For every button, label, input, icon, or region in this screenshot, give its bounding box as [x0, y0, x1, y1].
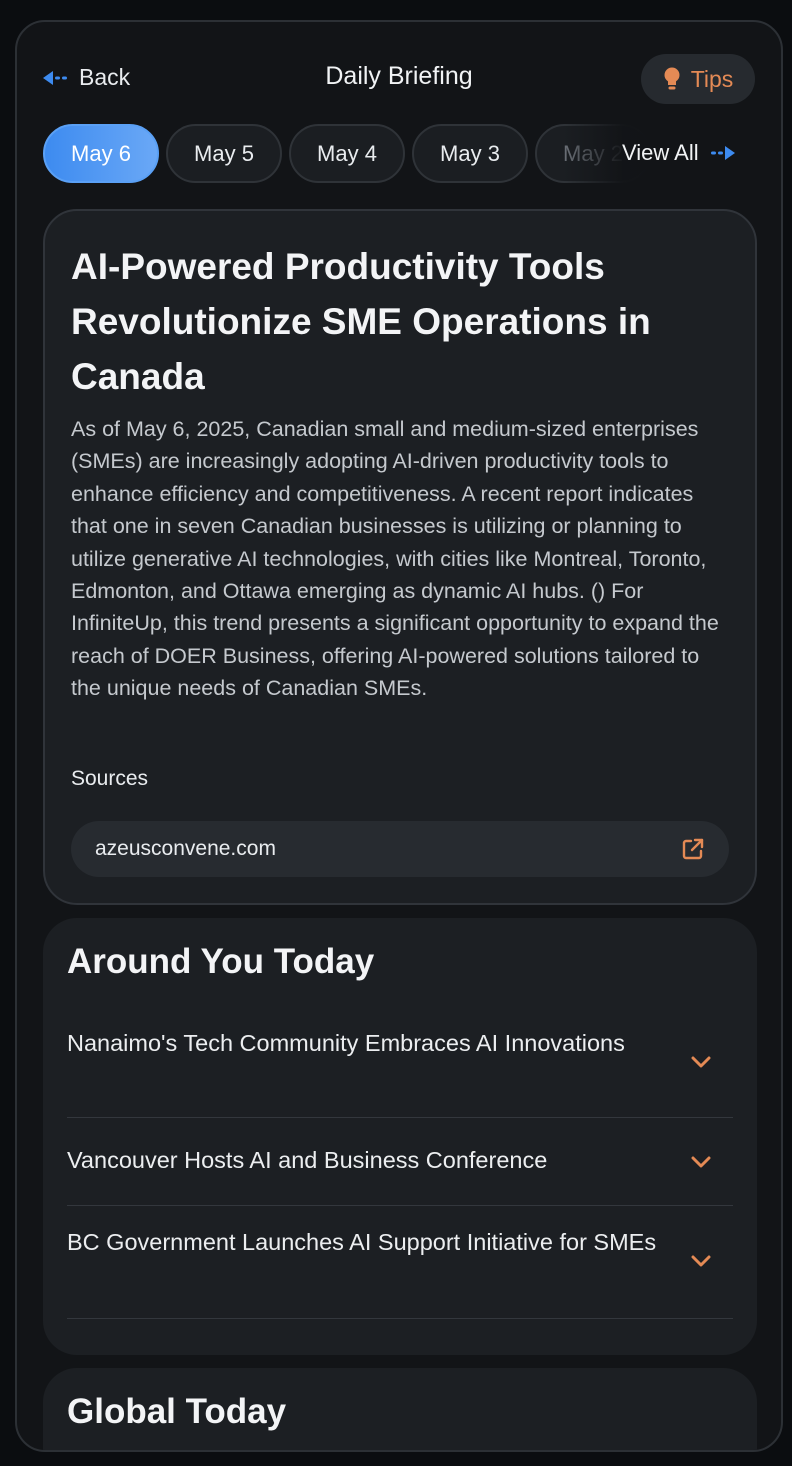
view-all-button[interactable]: View All	[622, 140, 735, 166]
date-selector: May 6 May 5 May 4 May 3 May 2 View All	[43, 124, 763, 184]
date-chip-may-6[interactable]: May 6	[43, 124, 159, 183]
around-item-label: Nanaimo's Tech Community Embraces AI Inn…	[67, 1030, 625, 1056]
external-link-icon	[682, 838, 704, 860]
tips-button[interactable]: Tips	[641, 54, 755, 104]
date-chip-may-4[interactable]: May 4	[289, 124, 405, 183]
around-item[interactable]: Nanaimo's Tech Community Embraces AI Inn…	[67, 1019, 733, 1118]
header: Back Daily Briefing Tips	[17, 22, 781, 122]
date-chip-may-3[interactable]: May 3	[412, 124, 528, 183]
around-item[interactable]: Vancouver Hosts AI and Business Conferen…	[67, 1118, 733, 1206]
around-you-title: Around You Today	[67, 942, 375, 981]
featured-story-title: AI-Powered Productivity Tools Revolution…	[71, 246, 651, 397]
tips-label: Tips	[690, 65, 734, 92]
arrow-right-icon	[710, 146, 735, 160]
around-item-label: Vancouver Hosts AI and Business Conferen…	[67, 1147, 548, 1173]
lightbulb-icon	[664, 67, 680, 90]
featured-story-body: As of May 6, 2025, Canadian small and me…	[71, 417, 719, 701]
chevron-down-icon	[691, 1056, 711, 1068]
around-you-card: Around You Today Nanaimo's Tech Communit…	[43, 918, 757, 1355]
date-chip-may-5[interactable]: May 5	[166, 124, 282, 183]
around-item-label: BC Government Launches AI Support Initia…	[67, 1229, 657, 1255]
global-today-card: Global Today	[43, 1368, 757, 1450]
around-item[interactable]: BC Government Launches AI Support Initia…	[67, 1206, 733, 1319]
global-today-title: Global Today	[67, 1392, 287, 1431]
source-domain: azeusconvene.com	[95, 837, 276, 860]
sources-label: Sources	[71, 767, 149, 790]
app-frame: Back Daily Briefing Tips May 6 May 5 May…	[15, 20, 783, 1452]
chevron-down-icon	[691, 1255, 711, 1267]
chevron-down-icon	[691, 1156, 711, 1168]
featured-story-card: AI-Powered Productivity Tools Revolution…	[43, 209, 757, 905]
view-all-label: View All	[622, 140, 699, 165]
source-link[interactable]: azeusconvene.com	[71, 821, 729, 877]
